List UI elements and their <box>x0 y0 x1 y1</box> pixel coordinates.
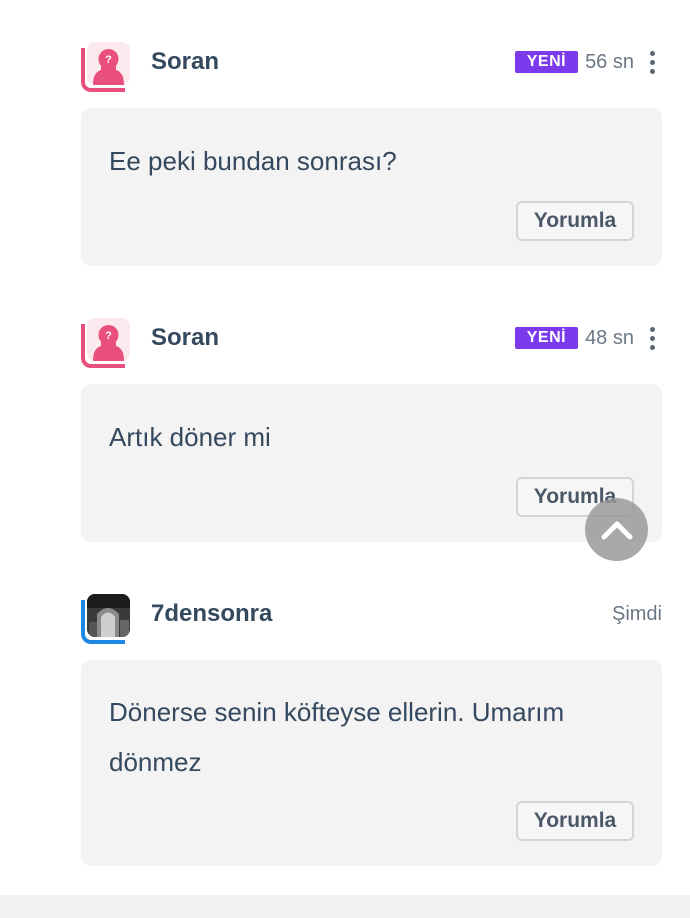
timestamp: 48 sn <box>585 326 634 349</box>
reply-button[interactable]: Yorumla <box>516 801 634 841</box>
comment-text: Ee peki bundan sonrası? <box>109 146 397 176</box>
comment-item: 7densonra Şimdi Dönerse senin köfteyse e… <box>81 590 662 866</box>
avatar[interactable]: ? <box>81 40 131 92</box>
comment-text: Dönerse senin köfteyse ellerin. Umarım d… <box>109 697 565 777</box>
avatar[interactable] <box>81 592 131 644</box>
user-photo <box>87 594 130 637</box>
comment-body: Artık döner mi Yorumla <box>81 384 662 542</box>
comment-text: Artık döner mi <box>109 422 271 452</box>
comment-body: Dönerse senin köfteyse ellerin. Umarım d… <box>81 660 662 866</box>
svg-text:?: ? <box>105 330 112 342</box>
comment-item: ? Soran YENİ 48 sn Artık döner mi Yoruml… <box>81 314 662 542</box>
reply-button[interactable]: Yorumla <box>516 201 634 241</box>
timestamp: 56 sn <box>585 50 634 73</box>
new-badge: YENİ <box>514 51 579 73</box>
kebab-menu-icon[interactable] <box>642 324 662 352</box>
new-badge: YENİ <box>514 327 579 349</box>
username[interactable]: 7densonra <box>151 600 272 628</box>
comment-meta: YENİ 48 sn <box>514 324 662 352</box>
comment-meta: YENİ 56 sn <box>514 48 662 76</box>
username[interactable]: Soran <box>151 48 219 76</box>
anonymous-user-icon: ? <box>87 318 130 361</box>
page-footer-band <box>0 895 690 918</box>
comment-header: 7densonra Şimdi <box>81 590 662 646</box>
chevron-up-icon <box>601 521 632 539</box>
kebab-menu-icon[interactable] <box>642 48 662 76</box>
avatar[interactable]: ? <box>81 316 131 368</box>
comment-meta: Şimdi <box>605 600 662 628</box>
comment-header: ? Soran YENİ 56 sn <box>81 38 662 94</box>
comments-page: ? Soran YENİ 56 sn Ee peki bundan sonras… <box>0 0 690 918</box>
comment-body: Ee peki bundan sonrası? Yorumla <box>81 108 662 266</box>
username[interactable]: Soran <box>151 324 219 352</box>
comment-header: ? Soran YENİ 48 sn <box>81 314 662 370</box>
comment-item: ? Soran YENİ 56 sn Ee peki bundan sonras… <box>81 38 662 266</box>
anonymous-user-icon: ? <box>87 42 130 85</box>
svg-text:?: ? <box>105 54 112 66</box>
scroll-to-top-button[interactable] <box>585 498 648 561</box>
timestamp: Şimdi <box>611 602 662 625</box>
